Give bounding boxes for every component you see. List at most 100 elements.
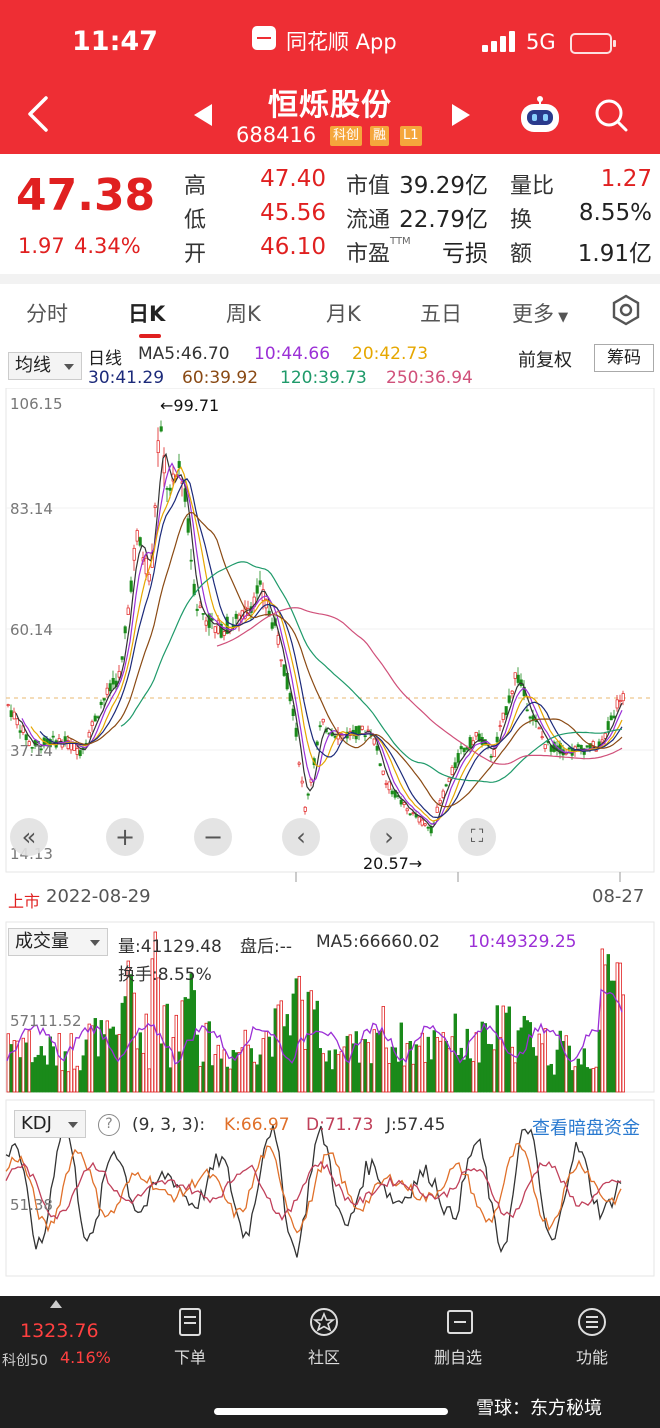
volume-bar	[312, 1009, 316, 1093]
candle-body	[456, 753, 460, 763]
volume-bar	[195, 1034, 199, 1093]
search-icon[interactable]	[594, 98, 628, 132]
prev-stock-button[interactable]	[194, 104, 212, 126]
candle-body	[399, 799, 403, 805]
adjust-mode[interactable]: 前复权	[518, 346, 572, 372]
candle-body	[204, 620, 208, 626]
candle-body	[69, 742, 73, 751]
mktcap-value: 39.29亿	[399, 173, 488, 199]
volume-bar	[147, 1068, 151, 1093]
tab-more[interactable]: 更多 ▼	[512, 298, 568, 328]
volume-bar	[291, 993, 295, 1093]
volume-bar	[423, 1062, 427, 1093]
volume-bar	[276, 1004, 280, 1093]
volume-bar	[552, 1074, 556, 1093]
app-logo-icon	[252, 26, 276, 50]
volume-bar	[252, 1061, 256, 1093]
scroll-left-button[interactable]: ‹	[282, 818, 320, 856]
volume-bar	[573, 1066, 577, 1093]
candle-body	[168, 487, 172, 491]
volume-bar	[411, 1063, 415, 1093]
battery-icon	[570, 33, 616, 54]
candle-body	[120, 656, 124, 660]
candle-body	[594, 749, 598, 752]
dark-pool-link[interactable]: 查看暗盘资金	[532, 1114, 640, 1140]
volume-bar	[117, 1033, 121, 1093]
end-date: 08-27	[592, 886, 645, 907]
candle-body	[420, 819, 424, 826]
tab-intraday[interactable]: 分时	[26, 298, 68, 328]
volume-bar	[366, 1042, 370, 1093]
remove-watchlist-button[interactable]: 删自选	[426, 1296, 496, 1376]
status-time: 11:47	[72, 26, 158, 57]
candle-body	[93, 715, 97, 722]
volume-bar	[402, 1065, 406, 1093]
candle-body	[306, 793, 310, 796]
order-button[interactable]: 下单	[160, 1296, 224, 1376]
index-name: 科创50	[2, 1353, 48, 1369]
amount-label: 额	[510, 242, 533, 267]
zoom-out-button[interactable]: −	[194, 818, 232, 856]
volume-indicator-select[interactable]: 成交量	[8, 928, 108, 956]
candle-body	[315, 741, 319, 746]
candle-body	[450, 767, 454, 775]
kdj-indicator-select[interactable]: KDJ	[14, 1110, 86, 1138]
settings-icon[interactable]	[610, 294, 642, 326]
volume-bar	[327, 1050, 331, 1093]
zoom-in-button[interactable]: +	[106, 818, 144, 856]
volume-bar	[210, 1065, 214, 1093]
candle-body	[15, 718, 19, 726]
high-label: 高	[184, 174, 207, 199]
back-button[interactable]	[24, 94, 54, 142]
scroll-right-button[interactable]: ›	[370, 818, 408, 856]
volume-bar	[12, 1040, 16, 1093]
volume-bar	[201, 1061, 205, 1093]
volume-bar	[24, 1042, 28, 1093]
candle-body	[9, 710, 13, 717]
volume-bar	[108, 1028, 112, 1093]
candle-body	[195, 608, 199, 611]
volume-bar	[189, 973, 193, 1093]
tab-five-day[interactable]: 五日	[420, 298, 462, 328]
tab-monthly-k[interactable]: 月K	[326, 298, 361, 328]
volume-bar	[408, 1040, 412, 1093]
volume-value: 量:41129.48	[118, 937, 222, 957]
tab-daily-k[interactable]: 日K	[128, 298, 165, 328]
candle-body	[366, 729, 370, 732]
low-label: 低	[184, 208, 207, 233]
candle-body	[405, 808, 409, 812]
help-icon[interactable]: ?	[98, 1114, 120, 1136]
volume-bar	[237, 1052, 241, 1093]
volume-bar	[324, 1061, 328, 1093]
volume-bar	[555, 1049, 559, 1093]
community-button[interactable]: 社区	[294, 1296, 358, 1376]
open-value: 46.10	[260, 234, 326, 260]
volume-bar	[591, 1068, 595, 1093]
volume-bar	[501, 1005, 505, 1093]
index-ticker[interactable]: 1323.76 科创50 4.16%	[0, 1296, 130, 1386]
tab-weekly-k[interactable]: 周K	[226, 298, 261, 328]
volume-bar	[141, 1052, 145, 1093]
chart-area[interactable]	[0, 388, 660, 1288]
candle-body	[201, 613, 205, 615]
candle-body	[72, 743, 76, 751]
ai-robot-icon[interactable]	[518, 96, 562, 134]
candle-body	[609, 715, 613, 721]
volume-bar	[18, 1057, 22, 1093]
next-stock-button[interactable]	[452, 104, 470, 126]
kline-indicator-select[interactable]: 均线	[8, 352, 82, 380]
scroll-left-fast-button[interactable]: «	[10, 818, 48, 856]
candle-body	[438, 799, 442, 804]
candle-body	[297, 762, 301, 765]
functions-button[interactable]: 功能	[562, 1296, 626, 1376]
volume-bar	[405, 1042, 409, 1093]
volume-bar	[33, 1057, 37, 1093]
volume-bar	[27, 1030, 31, 1093]
network-type: 5G	[526, 30, 556, 54]
volume-bar	[129, 974, 133, 1093]
fullscreen-button[interactable]: ⛶	[458, 818, 496, 856]
volume-bar	[489, 1044, 493, 1093]
ma20-line	[30, 466, 623, 822]
candle-body	[390, 790, 394, 795]
chips-button[interactable]: 筹码	[594, 344, 654, 372]
